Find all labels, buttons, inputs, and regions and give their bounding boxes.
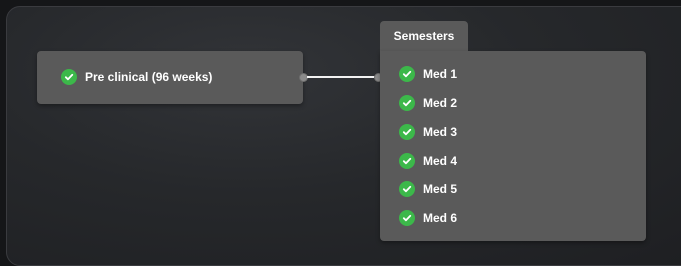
semester-item-label: Med 6: [423, 211, 458, 225]
check-circle-icon: [399, 124, 415, 140]
semesters-node[interactable]: Med 1 Med 2 Med 3 Med 4 Med 5 Med 6: [380, 51, 646, 241]
semester-item-label: Med 4: [423, 154, 458, 168]
check-circle-icon: [399, 95, 415, 111]
semester-item-label: Med 5: [423, 182, 458, 196]
pre-clinical-node[interactable]: Pre clinical (96 weeks): [37, 51, 303, 104]
check-circle-icon: [399, 66, 415, 82]
pre-clinical-row: Pre clinical (96 weeks): [61, 69, 212, 85]
semester-item-label: Med 3: [423, 125, 458, 139]
check-circle-icon: [399, 153, 415, 169]
check-circle-icon: [61, 69, 77, 85]
check-circle-icon: [399, 210, 415, 226]
pre-clinical-label: Pre clinical (96 weeks): [85, 70, 213, 84]
semesters-tab[interactable]: Semesters: [380, 21, 468, 51]
semester-item-label: Med 2: [423, 96, 458, 110]
semester-item-med-5[interactable]: Med 5: [399, 181, 457, 197]
connection-edge[interactable]: [307, 76, 377, 78]
semester-item-med-4[interactable]: Med 4: [399, 153, 457, 169]
semester-item-label: Med 1: [423, 67, 458, 81]
semesters-tab-label: Semesters: [393, 29, 455, 43]
semester-item-med-2[interactable]: Med 2: [399, 95, 457, 111]
semester-item-med-6[interactable]: Med 6: [399, 210, 457, 226]
semester-item-med-1[interactable]: Med 1: [399, 66, 457, 82]
semester-item-med-3[interactable]: Med 3: [399, 124, 457, 140]
check-circle-icon: [399, 181, 415, 197]
